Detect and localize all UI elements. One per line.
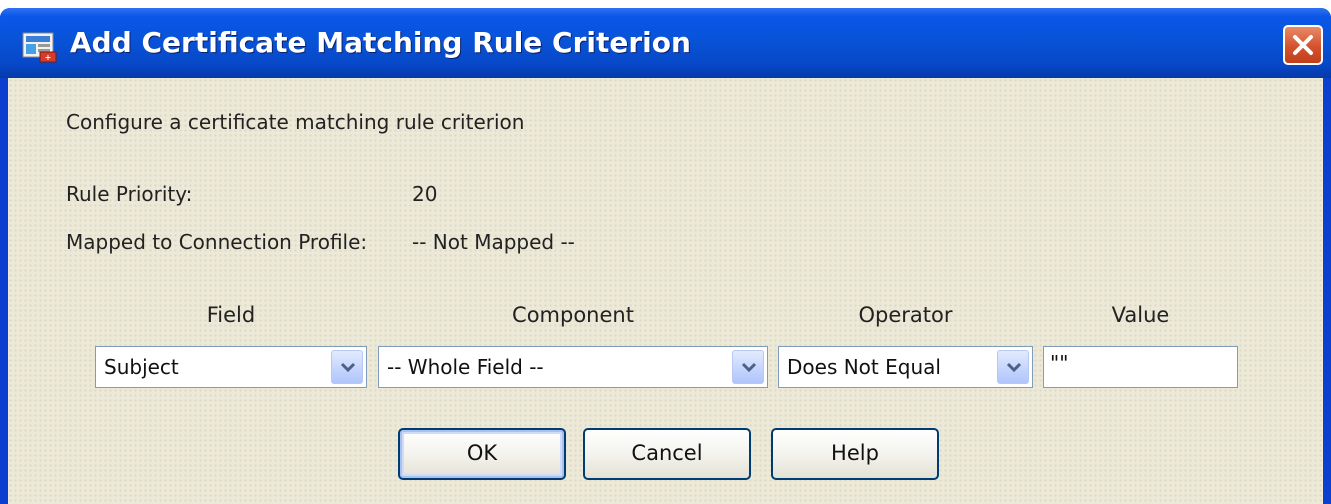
ok-button[interactable]: OK	[398, 428, 566, 480]
operator-dropdown-button[interactable]	[997, 350, 1029, 384]
component-column-header: Component	[512, 303, 634, 327]
dialog-title: Add Certificate Matching Rule Criterion	[70, 26, 691, 59]
chevron-down-icon	[1006, 362, 1022, 373]
app-icon: +	[22, 30, 58, 64]
title-bar[interactable]: + Add Certificate Matching Rule Criterio…	[0, 8, 1331, 78]
component-dropdown-button[interactable]	[732, 350, 764, 384]
operator-column-header: Operator	[858, 303, 953, 327]
close-icon	[1293, 35, 1313, 55]
close-button[interactable]	[1283, 25, 1323, 65]
chevron-down-icon	[741, 362, 757, 373]
value-input[interactable]: ""	[1043, 346, 1238, 388]
operator-select-value: Does Not Equal	[787, 355, 941, 379]
dialog-window: + Add Certificate Matching Rule Criterio…	[0, 8, 1331, 504]
mapped-profile-label: Mapped to Connection Profile:	[66, 230, 368, 254]
field-select-value: Subject	[104, 355, 179, 379]
chevron-down-icon	[340, 362, 356, 373]
field-column-header: Field	[206, 303, 256, 327]
dialog-body: Configure a certificate matching rule cr…	[8, 78, 1323, 504]
operator-select[interactable]: Does Not Equal	[778, 346, 1033, 388]
value-column-header: Value	[1111, 303, 1170, 327]
cancel-button[interactable]: Cancel	[583, 428, 751, 480]
value-input-text: ""	[1050, 351, 1069, 375]
component-select-value: -- Whole Field --	[387, 355, 544, 379]
svg-text:+: +	[45, 53, 52, 62]
help-button[interactable]: Help	[771, 428, 939, 480]
component-select[interactable]: -- Whole Field --	[378, 346, 768, 388]
description-text: Configure a certificate matching rule cr…	[66, 110, 525, 134]
field-select[interactable]: Subject	[95, 346, 367, 388]
field-dropdown-button[interactable]	[331, 350, 363, 384]
mapped-profile-value: -- Not Mapped --	[412, 230, 575, 254]
rule-priority-label: Rule Priority:	[66, 182, 193, 206]
rule-priority-value: 20	[412, 182, 438, 206]
